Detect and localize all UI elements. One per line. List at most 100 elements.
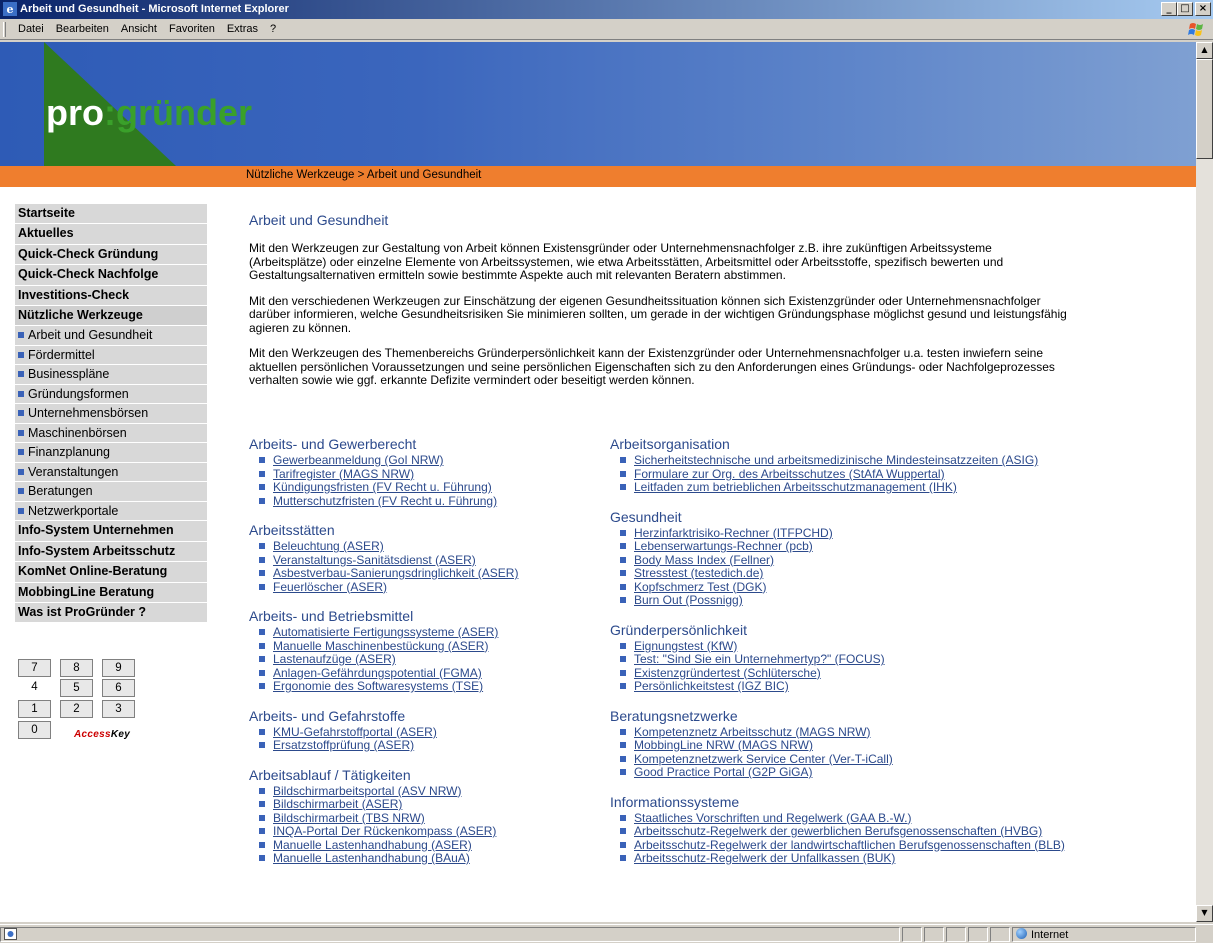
nav-sub-unternehmensboersen[interactable]: Unternehmensbörsen [15,404,207,424]
bullet-square-icon [259,814,265,821]
tool-link[interactable]: Formulare zur Org. des Arbeitsschutzes (… [634,467,945,481]
access-key-3[interactable]: 3 [102,700,135,718]
tool-link[interactable]: INQA-Portal Der Rückenkompass (ASER) [273,824,496,838]
tool-link[interactable]: Bildschirmarbeitsportal (ASV NRW) [273,784,462,798]
access-key-7[interactable]: 7 [18,659,51,677]
tool-link[interactable]: Automatisierte Fertigungssysteme (ASER) [273,625,498,639]
tool-link[interactable]: Ergonomie des Softwaresystems (TSE) [273,679,483,693]
nav-investitions-check[interactable]: Investitions-Check [15,285,207,306]
tool-link[interactable]: Existenzgründertest (Schlütersche) [634,666,821,680]
menu-extras[interactable]: Extras [221,23,264,35]
nav-startseite[interactable]: Startseite [15,204,207,225]
scroll-thumb[interactable] [1196,59,1213,159]
nav-sub-finanzplanung[interactable]: Finanzplanung [15,443,207,463]
access-key-6[interactable]: 6 [102,679,135,697]
tool-link[interactable]: Bildschirmarbeit (ASER) [273,797,402,811]
nav-sub-gruendungsformen[interactable]: Gründungsformen [15,384,207,405]
tool-link[interactable]: Herzinfarktrisiko-Rechner (ITFPCHD) [634,526,833,540]
tool-link[interactable]: Anlagen-Gefährdungspotential (FGMA) [273,666,482,680]
access-key-2[interactable]: 2 [60,700,93,718]
nav-sub-netzwerkportale[interactable]: Netzwerkportale [15,501,207,522]
nav-sub-arbeit-und-gesundheit[interactable]: Arbeit und Gesundheit [15,326,207,346]
tool-link[interactable]: MobbingLine NRW (MAGS NRW) [634,738,813,752]
tool-link[interactable]: Staatliches Vorschriften und Regelwerk (… [634,811,911,825]
scroll-down-button[interactable]: ▼ [1196,905,1213,922]
menu-ansicht[interactable]: Ansicht [115,23,163,35]
tool-link[interactable]: Persönlichkeitstest (IGZ BIC) [634,679,789,693]
maximize-button[interactable]: □ [1177,2,1193,16]
tool-link[interactable]: Tarifregister (MAGS NRW) [273,467,414,481]
tool-link[interactable]: Asbestverbau-Sanierungsdringlichkeit (AS… [273,566,518,580]
scroll-up-button[interactable]: ▲ [1196,42,1213,59]
list-item: Beleuchtung (ASER) [249,539,609,554]
access-key-1[interactable]: 1 [18,700,51,718]
tool-link[interactable]: Lastenaufzüge (ASER) [273,652,396,666]
tool-link[interactable]: Gewerbeanmeldung (GoI NRW) [273,453,444,467]
tool-link[interactable]: Kompetenznetz Arbeitsschutz (MAGS NRW) [634,725,871,739]
vertical-scrollbar[interactable]: ▲ ▼ [1196,42,1213,922]
tool-link[interactable]: Leitfaden zum betrieblichen Arbeitsschut… [634,480,957,494]
status-bar: Internet [0,924,1213,943]
nav-mobbingline-beratung[interactable]: MobbingLine Beratung [15,582,207,603]
tool-link[interactable]: Veranstaltungs-Sanitätsdienst (ASER) [273,553,476,567]
tool-link[interactable]: Kompetenznetzwerk Service Center (Ver-T-… [634,752,893,766]
nav-was-ist-progruender[interactable]: Was ist ProGründer ? [15,602,207,624]
menu-help[interactable]: ? [264,23,282,35]
tool-link[interactable]: Manuelle Lastenhandhabung (BAuA) [273,851,470,865]
bullet-square-icon [259,583,265,590]
tool-link[interactable]: Bildschirmarbeit (TBS NRW) [273,811,425,825]
tool-link[interactable]: Kopfschmerz Test (DGK) [634,580,766,594]
nav-nuetzliche-werkzeuge[interactable]: Nützliche Werkzeuge [15,305,207,327]
menu-datei[interactable]: Datei [12,23,50,35]
nav-aktuelles[interactable]: Aktuelles [15,224,207,245]
nav-sub-veranstaltungen[interactable]: Veranstaltungen [15,462,207,483]
tool-link[interactable]: Arbeitsschutz-Regelwerk der landwirtscha… [634,838,1065,852]
nav-sub-foerdermittel[interactable]: Fördermittel [15,345,207,366]
bullet-square-icon [620,457,626,463]
tool-link[interactable]: Ersatzstoffprüfung (ASER) [273,738,414,752]
menu-favoriten[interactable]: Favoriten [163,23,221,35]
tool-link[interactable]: Stresstest (testedich.de) [634,566,763,580]
tool-link[interactable]: Eignungstest (KfW) [634,639,737,653]
nav-quick-check-gruendung[interactable]: Quick-Check Gründung [15,244,207,266]
nav-quick-check-nachfolge[interactable]: Quick-Check Nachfolge [15,265,207,286]
access-key-4[interactable]: 4 [18,679,51,697]
tool-section-grunderpersonlichkeit: Gründerpersönlichkeit Eignungstest (KfW) T… [610,622,1190,694]
tool-link[interactable]: Sicherheitstechnische und arbeitsmedizin… [634,453,1038,467]
breadcrumb-bar: Nützliche Werkzeuge > Arbeit und Gesundh… [0,166,1196,187]
bullet-square-icon [620,755,626,762]
menu-bearbeiten[interactable]: Bearbeiten [50,23,115,35]
site-logo[interactable]: pro:gründer [46,92,252,134]
tool-link[interactable]: Manuelle Lastenhandhabung (ASER) [273,838,472,852]
nav-komnet-online-beratung[interactable]: KomNet Online-Beratung [15,562,207,583]
tool-link[interactable]: Good Practice Portal (G2P GiGA) [634,765,813,779]
tool-link[interactable]: Burn Out (Possnigg) [634,593,743,607]
tool-link[interactable]: Arbeitsschutz-Regelwerk der Unfallkassen… [634,851,895,865]
tool-link[interactable]: Manuelle Maschinenbestückung (ASER) [273,639,488,653]
tool-link[interactable]: Lebenserwartungs-Rechner (pcb) [634,539,813,553]
tool-link[interactable]: Feuerlöscher (ASER) [273,580,387,594]
nav-info-system-arbeitsschutz[interactable]: Info-System Arbeitsschutz [15,541,207,563]
tool-link[interactable]: Arbeitsschutz-Regelwerk der gewerblichen… [634,824,1042,838]
tool-link[interactable]: Kündigungsfristen (FV Recht u. Führung) [273,480,492,494]
close-button[interactable]: × [1195,2,1211,16]
access-key-8[interactable]: 8 [60,659,93,677]
access-key-5[interactable]: 5 [60,679,93,697]
tool-link[interactable]: Beleuchtung (ASER) [273,539,384,553]
bullet-square-icon [259,484,265,490]
list-item: Anlagen-Gefährdungspotential (FGMA) [249,666,609,681]
nav-sub-maschinenboersen[interactable]: Maschinenbörsen [15,423,207,444]
nav-sub-businessplaene[interactable]: Businesspläne [15,365,207,385]
access-key-9[interactable]: 9 [102,659,135,677]
tool-link[interactable]: Test: "Sind Sie ein Unternehmertyp?" (FO… [634,652,885,666]
title-bar[interactable]: e Arbeit und Gesundheit - Microsoft Inte… [0,0,1213,19]
tool-link[interactable]: Mutterschutzfristen (FV Recht u. Führung… [273,494,497,508]
nav-sub-beratungen[interactable]: Beratungen [15,482,207,502]
toolbar-grip[interactable] [3,22,6,37]
access-key-0[interactable]: 0 [18,721,51,739]
minimize-button[interactable]: _ [1161,2,1177,16]
tool-link[interactable]: KMU-Gefahrstoffportal (ASER) [273,725,437,739]
tool-link[interactable]: Body Mass Index (Fellner) [634,553,774,567]
nav-info-system-unternehmen[interactable]: Info-System Unternehmen [15,521,207,542]
section-heading: Informationssysteme [610,793,740,810]
